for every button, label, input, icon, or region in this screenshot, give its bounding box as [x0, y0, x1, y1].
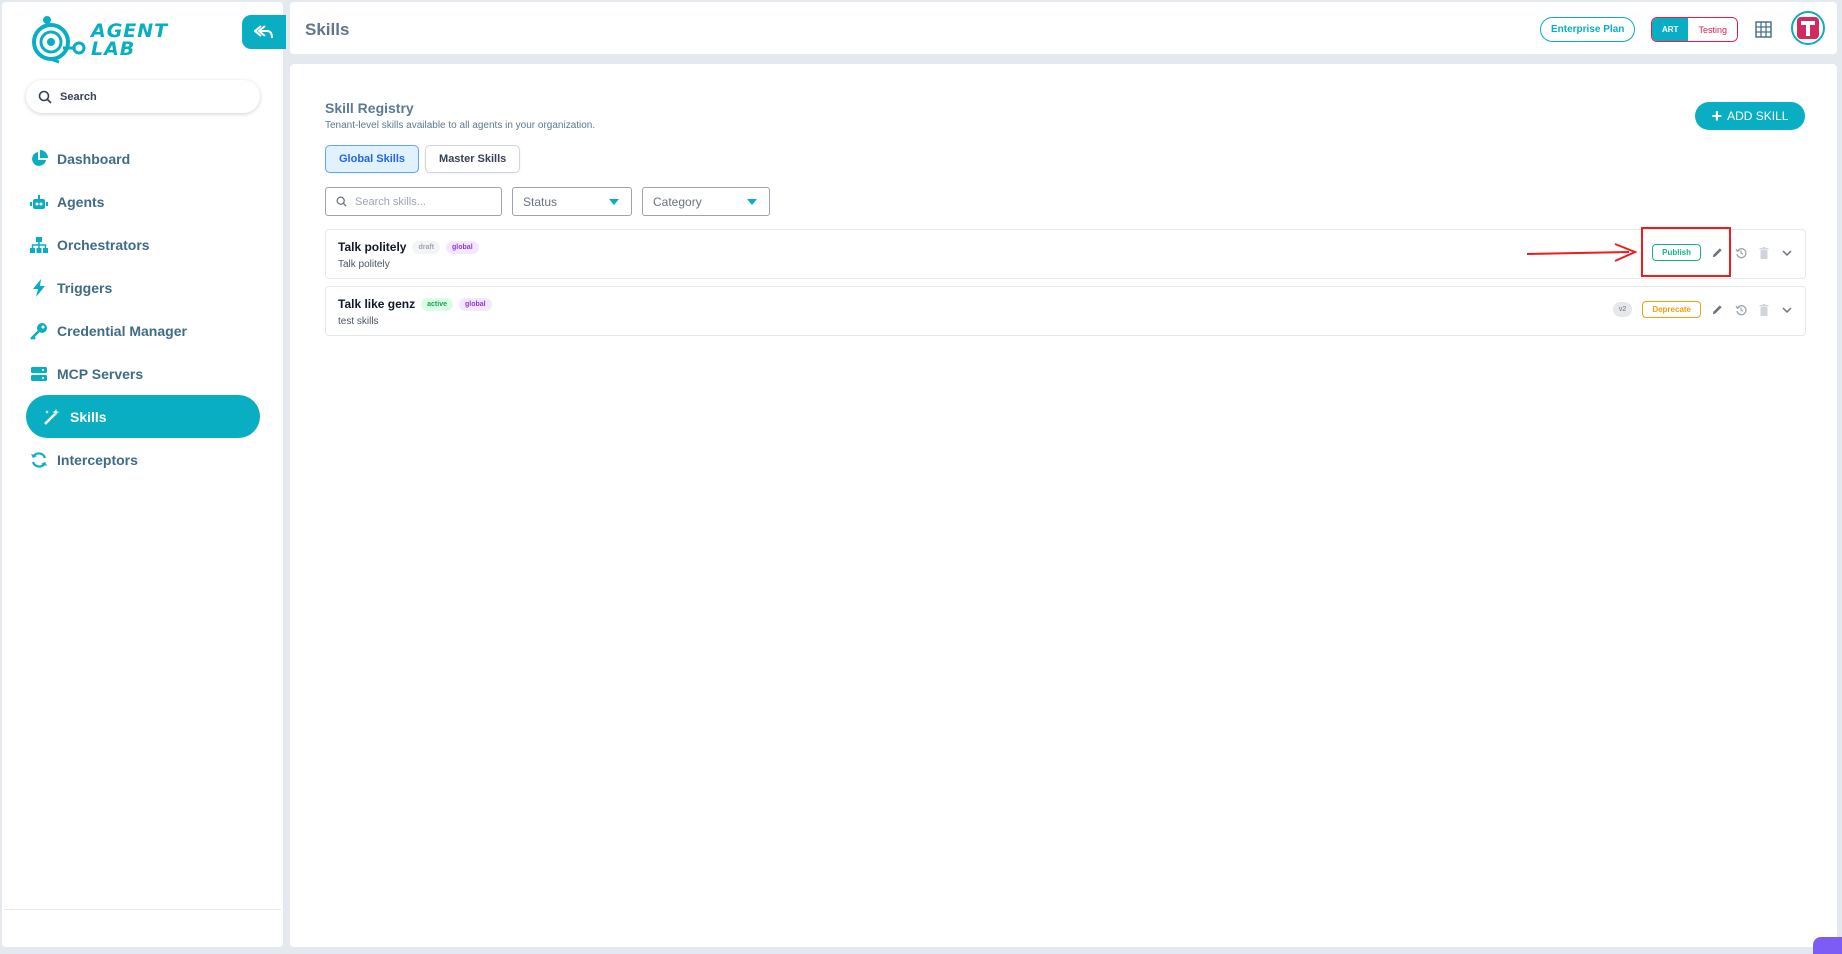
server-icon	[29, 364, 49, 384]
sidebar-item-label: Triggers	[57, 279, 113, 296]
edit-icon[interactable]	[1711, 303, 1724, 316]
agent-lab-logo[interactable]: AGENT LAB	[29, 14, 168, 66]
chevron-down-icon	[609, 198, 619, 205]
key-icon	[29, 321, 49, 341]
skill-name-group: Talk politely draft global	[338, 240, 479, 254]
sidebar-item-label: Orchestrators	[57, 236, 150, 253]
enterprise-plan-button[interactable]: Enterprise Plan	[1540, 17, 1636, 42]
scope-badge: global	[446, 240, 479, 254]
sidebar-item-dashboard[interactable]: Dashboard	[26, 137, 260, 180]
status-select[interactable]: Status	[512, 187, 632, 216]
environment-toggle[interactable]: ART Testing	[1651, 17, 1738, 42]
add-skill-label: ADD SKILL	[1727, 109, 1789, 123]
category-select[interactable]: Category	[642, 187, 770, 216]
annotation-arrow-icon	[1526, 243, 1637, 262]
status-badge: active	[421, 297, 453, 311]
top-header: Skills Enterprise Plan ART Testing	[290, 2, 1837, 54]
sidebar-item-skills[interactable]: Skills	[26, 395, 260, 438]
registry-title: Skill Registry	[325, 100, 414, 116]
sidebar: AGENT LAB Search Dashboard Agents Orches…	[2, 2, 286, 947]
sidebar-footer-divider	[4, 909, 281, 910]
sidebar-item-mcp-servers[interactable]: MCP Servers	[26, 352, 260, 395]
refresh-icon	[29, 450, 49, 470]
skill-row[interactable]: Talk like genz active global test skills…	[325, 286, 1806, 336]
delete-icon[interactable]	[1757, 246, 1770, 259]
annotation-highlight-box	[1641, 227, 1731, 277]
sidebar-item-label: MCP Servers	[57, 365, 144, 382]
chevron-down-icon[interactable]	[1780, 246, 1793, 259]
chevron-down-icon	[747, 198, 757, 205]
sidebar-nav: Dashboard Agents Orchestrators Triggers …	[26, 137, 260, 481]
delete-icon[interactable]	[1757, 303, 1770, 316]
pie-chart-icon	[29, 149, 49, 169]
sidebar-item-label: Skills	[70, 408, 107, 425]
sidebar-item-label: Agents	[57, 193, 105, 210]
lightning-icon	[29, 278, 49, 298]
sidebar-item-credential-manager[interactable]: Credential Manager	[26, 309, 260, 352]
add-skill-button[interactable]: + ADD SKILL	[1695, 102, 1805, 130]
search-icon	[336, 196, 347, 207]
plus-icon: +	[1711, 106, 1723, 126]
tab-master-skills[interactable]: Master Skills	[425, 145, 521, 173]
apps-grid-icon[interactable]	[1755, 21, 1772, 38]
sidebar-item-label: Dashboard	[57, 150, 131, 167]
logo-text: AGENT LAB	[91, 22, 168, 60]
search-label: Search	[60, 90, 97, 103]
tab-global-skills[interactable]: Global Skills	[325, 145, 420, 173]
skill-description: test skills	[338, 316, 379, 327]
robot-icon	[29, 192, 49, 212]
skill-name: Talk like genz	[338, 297, 416, 311]
skill-name: Talk politely	[338, 240, 407, 254]
sidebar-item-label: Credential Manager	[57, 322, 187, 339]
filters-bar: Search skills... Status Category	[325, 187, 770, 216]
reply-all-icon	[254, 25, 273, 39]
skill-name-group: Talk like genz active global	[338, 297, 492, 311]
sidebar-item-label: Interceptors	[57, 451, 138, 468]
collapse-sidebar-button[interactable]	[242, 15, 286, 49]
skill-description: Talk politely	[338, 259, 390, 270]
category-select-label: Category	[653, 194, 702, 209]
status-badge: draft	[412, 240, 441, 254]
magic-wand-icon	[42, 407, 62, 427]
registry-subtitle: Tenant-level skills available to all age…	[325, 120, 596, 131]
sidebar-search[interactable]: Search	[26, 80, 260, 113]
search-icon	[38, 90, 52, 104]
env-testing-option[interactable]: Testing	[1688, 18, 1737, 41]
sidebar-item-orchestrators[interactable]: Orchestrators	[26, 223, 260, 266]
skill-search-input[interactable]: Search skills...	[325, 187, 502, 216]
sidebar-item-interceptors[interactable]: Interceptors	[26, 438, 260, 481]
env-art-option[interactable]: ART	[1652, 18, 1689, 41]
sidebar-item-agents[interactable]: Agents	[26, 180, 260, 223]
status-select-label: Status	[523, 194, 558, 209]
version-badge: v2	[1612, 302, 1633, 317]
help-widget-button[interactable]	[1813, 937, 1842, 954]
main-content: Skill Registry Tenant-level skills avail…	[290, 64, 1837, 947]
tenant-logo-icon	[1797, 17, 1819, 39]
logo-line-2: LAB	[91, 38, 136, 60]
history-icon[interactable]	[1734, 303, 1747, 316]
chevron-down-icon[interactable]	[1780, 303, 1793, 316]
logo-icon	[32, 16, 86, 64]
user-avatar[interactable]	[1791, 11, 1825, 45]
scope-badge: global	[459, 297, 492, 311]
sidebar-item-triggers[interactable]: Triggers	[26, 266, 260, 309]
deprecate-button[interactable]: Deprecate	[1642, 301, 1701, 318]
history-icon[interactable]	[1734, 246, 1747, 259]
skill-actions: v2 Deprecate	[1612, 301, 1793, 318]
search-placeholder: Search skills...	[355, 195, 426, 208]
skill-tabs: Global Skills Master Skills	[325, 145, 521, 173]
hierarchy-icon	[29, 235, 49, 255]
page-title: Skills	[305, 20, 350, 39]
